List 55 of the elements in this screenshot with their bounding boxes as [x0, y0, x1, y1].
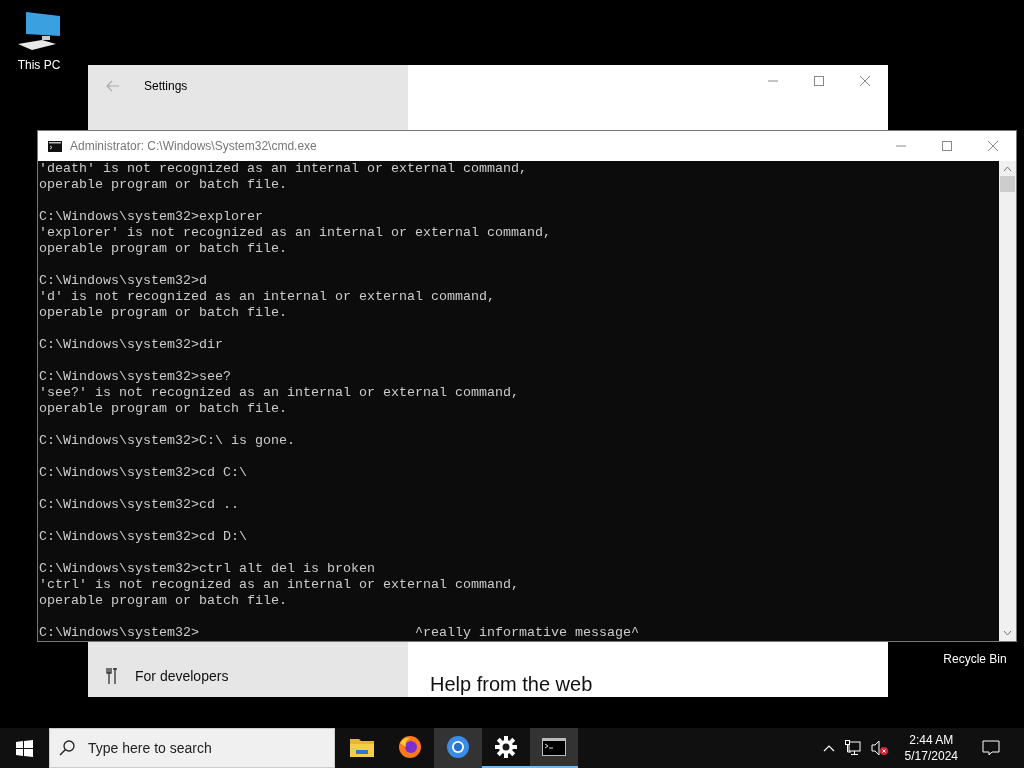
muted-speaker-icon[interactable] — [870, 740, 889, 756]
scroll-thumb[interactable] — [1000, 176, 1015, 192]
close-icon[interactable] — [987, 140, 999, 152]
command-prompt: C:\Windows\system32> — [39, 625, 199, 641]
windows-icon — [15, 739, 33, 757]
console-line: operable program or batch file. — [39, 401, 288, 417]
console-line: 'see?' is not recognized as an internal or external command, — [39, 385, 520, 401]
clock-time: 2:44 AM — [909, 733, 954, 747]
console-line: 'd' is not recognized as an internal or external command, — [39, 289, 496, 305]
console-icon — [48, 140, 62, 152]
console-line: operable program or batch file. — [39, 177, 288, 193]
console-line: operable program or batch file. — [39, 241, 288, 257]
console-line: C:\Windows\system32>see? — [39, 369, 232, 385]
window-title: Administrator: C:\Windows\System32\cmd.exe — [70, 139, 317, 153]
network-icon[interactable] — [844, 740, 861, 756]
browser-icon — [446, 735, 470, 759]
tools-icon — [106, 667, 118, 685]
scrollbar[interactable] — [999, 161, 1016, 641]
console-line: C:\Windows\system32>cd .. — [39, 497, 240, 513]
taskbar-app[interactable] — [530, 728, 578, 768]
console-line: operable program or batch file. — [39, 593, 288, 609]
console-line: C:\Windows\system32>ctrl alt del is broken — [39, 561, 376, 577]
clock-date: 5/17/2024 — [904, 749, 958, 763]
console-line: C:\Windows\system32>cd D:\ — [39, 529, 248, 545]
console-note: ^really informative message^ — [414, 625, 639, 641]
console-line: 'ctrl' is not recognized as an internal or external command, — [39, 577, 520, 593]
icon-label: This PC — [17, 58, 61, 72]
console-icon — [542, 738, 566, 756]
console-line: C:\Windows\system32>dir — [39, 337, 224, 353]
fox-globe-icon — [398, 735, 422, 759]
console-line: C:\Windows\system32>explorer — [39, 209, 264, 225]
folder-icon — [350, 737, 374, 757]
window-title: Settings — [144, 79, 188, 93]
computer-icon[interactable] — [16, 10, 62, 52]
console-line: C:\Windows\system32>d — [39, 273, 208, 289]
console-line: C:\Windows\system32>C:\ is gone. — [39, 433, 296, 449]
clock[interactable]: 2:44 AM 5/17/2024 — [904, 733, 958, 763]
search-field[interactable]: Type here to search — [49, 728, 335, 768]
maximize-icon[interactable] — [813, 75, 825, 87]
section-heading: Help from the web — [429, 672, 594, 697]
settings-icon — [495, 736, 517, 758]
maximize-icon[interactable] — [941, 140, 953, 152]
console-line: 'death' is not recognized as an internal or external command, — [39, 161, 528, 177]
chevron-up-icon[interactable] — [822, 744, 835, 752]
taskbar-app[interactable] — [434, 728, 482, 768]
console-line: 'explorer' is not recognized as an internal or external command, — [39, 225, 552, 241]
scroll-up-icon[interactable] — [1003, 166, 1012, 172]
console-line: operable program or batch file. — [39, 305, 288, 321]
scroll-down-icon[interactable] — [1003, 630, 1012, 636]
notification-icon[interactable] — [982, 740, 1000, 756]
sidebar-item[interactable]: For developers — [88, 667, 408, 697]
close-icon[interactable] — [859, 75, 871, 87]
icon-label: Recycle Bin — [943, 652, 1007, 666]
console-line: C:\Windows\system32>cd C:\ — [39, 465, 248, 481]
search-icon — [59, 740, 75, 756]
